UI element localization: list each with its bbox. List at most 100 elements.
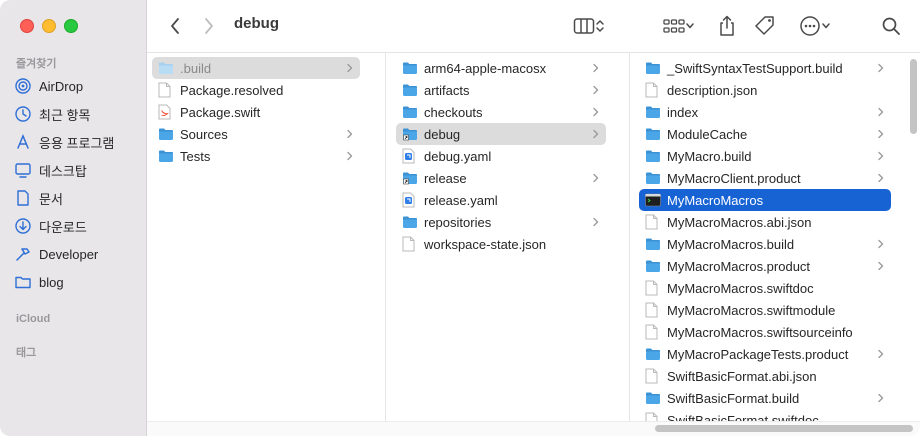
list-item-label: release.yaml: [424, 192, 498, 208]
vertical-scrollbar[interactable]: [910, 59, 917, 134]
search-icon: [882, 17, 900, 35]
list-item[interactable]: MyMacroMacros.swiftdoc: [639, 277, 891, 299]
list-item[interactable]: checkouts: [396, 101, 606, 123]
sidebar-item-applications[interactable]: 응용 프로그램: [14, 130, 138, 154]
list-item[interactable]: Package.resolved: [152, 79, 360, 101]
share-button[interactable]: [715, 13, 739, 39]
list-item[interactable]: Package.swift: [152, 101, 360, 123]
list-item[interactable]: _SwiftSyntaxTestSupport.build: [639, 57, 891, 79]
sidebar-item-documents[interactable]: 문서: [14, 186, 138, 210]
chevron-right-icon: [346, 127, 354, 141]
tag-icon: [755, 16, 774, 35]
chevron-right-icon: [877, 149, 885, 163]
list-item[interactable]: release: [396, 167, 606, 189]
sidebar-item-label: 문서: [39, 191, 63, 207]
list-item[interactable]: artifacts: [396, 79, 606, 101]
folder-icon: [402, 104, 418, 120]
list-item[interactable]: MyMacroClient.product: [639, 167, 891, 189]
list-item-label: release: [424, 170, 467, 186]
list-item[interactable]: MyMacroMacros.abi.json: [639, 211, 891, 233]
swift-file-icon: [158, 104, 174, 120]
ellipsis-circle-icon: [800, 16, 820, 36]
list-item[interactable]: MyMacro.build: [639, 145, 891, 167]
document-icon: [645, 368, 661, 384]
sidebar-item-recents[interactable]: 최근 항목: [14, 102, 138, 126]
list-item-label: MyMacroMacros.swiftmodule: [667, 302, 836, 318]
folder-icon: [645, 390, 661, 406]
chevron-right-icon: [877, 61, 885, 75]
list-item[interactable]: repositories: [396, 211, 606, 233]
chevron-right-icon: [877, 347, 885, 361]
list-item[interactable]: debug: [396, 123, 606, 145]
window-controls: [20, 19, 78, 33]
folder-icon: [15, 276, 31, 289]
list-item-label: Tests: [180, 148, 211, 164]
desktop-icon: [15, 163, 31, 178]
list-item-label: Package.resolved: [180, 82, 284, 98]
list-item[interactable]: Tests: [152, 145, 360, 167]
download-icon: [15, 218, 31, 234]
sidebar-item-downloads[interactable]: 다운로드: [14, 214, 138, 238]
list-item[interactable]: MyMacroPackageTests.product: [639, 343, 891, 365]
list-item[interactable]: SwiftBasicFormat.build: [639, 387, 891, 409]
list-item[interactable]: ModuleCache: [639, 123, 891, 145]
sidebar-item-desktop[interactable]: 데스크탑: [14, 158, 138, 182]
list-item[interactable]: debug.yaml: [396, 145, 606, 167]
list-item[interactable]: Sources: [152, 123, 360, 145]
chevron-right-icon: [346, 149, 354, 163]
list-item[interactable]: index: [639, 101, 891, 123]
back-button[interactable]: [165, 14, 185, 38]
sidebar-icloud-header: iCloud: [16, 313, 51, 325]
list-item-label: MyMacroPackageTests.product: [667, 346, 849, 362]
airdrop-icon: [15, 78, 31, 94]
search-button[interactable]: [879, 14, 903, 38]
list-item[interactable]: SwiftBasicFormat.abi.json: [639, 365, 891, 387]
sidebar-item-airdrop[interactable]: AirDrop: [14, 74, 138, 98]
view-mode-button[interactable]: [567, 14, 611, 38]
sidebar-tags-header: 태그: [16, 347, 37, 359]
list-item-label: debug.yaml: [424, 148, 492, 164]
alias-folder-icon: [402, 170, 418, 186]
chevron-right-icon: [346, 61, 354, 75]
action-menu-button[interactable]: [795, 14, 835, 38]
folder-icon: [402, 60, 418, 76]
document-icon: [645, 82, 661, 98]
chevron-right-icon: [877, 105, 885, 119]
list-item-label: checkouts: [424, 104, 483, 120]
list-item-label: workspace-state.json: [424, 236, 547, 252]
horizontal-scrollbar[interactable]: [655, 425, 913, 432]
folder-icon: [645, 148, 661, 164]
minimize-window-button[interactable]: [42, 19, 56, 33]
list-item[interactable]: release.yaml: [396, 189, 606, 211]
list-item[interactable]: .build: [152, 57, 360, 79]
list-item-label: Package.swift: [180, 104, 261, 120]
executable-icon: [645, 192, 661, 208]
list-item[interactable]: MyMacroMacros: [639, 189, 891, 211]
chevron-right-icon: [877, 237, 885, 251]
sidebar-item-blog[interactable]: blog: [14, 270, 138, 294]
toolbar: debug: [147, 0, 920, 53]
tags-button[interactable]: [753, 13, 777, 39]
close-window-button[interactable]: [20, 19, 34, 33]
sidebar-item-developer[interactable]: Developer: [14, 242, 138, 266]
list-item[interactable]: MyMacroMacros.build: [639, 233, 891, 255]
list-item[interactable]: workspace-state.json: [396, 233, 606, 255]
forward-button[interactable]: [199, 14, 219, 38]
list-item[interactable]: MyMacroMacros.swiftmodule: [639, 299, 891, 321]
list-item[interactable]: description.json: [639, 79, 891, 101]
folder-icon: [645, 170, 661, 186]
column-1: || .buildPackage.resolvedPackage.swiftSo…: [147, 53, 386, 436]
list-item[interactable]: MyMacroMacros.product: [639, 255, 891, 277]
list-item-label: MyMacroMacros.build: [667, 236, 795, 252]
list-item-label: MyMacroMacros.swiftdoc: [667, 280, 814, 296]
list-item[interactable]: MyMacroMacros.swiftsourceinfo: [639, 321, 891, 343]
horizontal-scroll-track: [147, 421, 920, 436]
group-button[interactable]: [659, 14, 699, 38]
list-item[interactable]: arm64-apple-macosx: [396, 57, 606, 79]
zoom-window-button[interactable]: [64, 19, 78, 33]
chevron-updown-icon: [596, 20, 604, 32]
chevron-right-icon: [592, 215, 600, 229]
chevron-down-icon: [686, 23, 694, 29]
sidebar-item-label: 최근 항목: [39, 107, 91, 123]
chevron-right-icon: [877, 127, 885, 141]
